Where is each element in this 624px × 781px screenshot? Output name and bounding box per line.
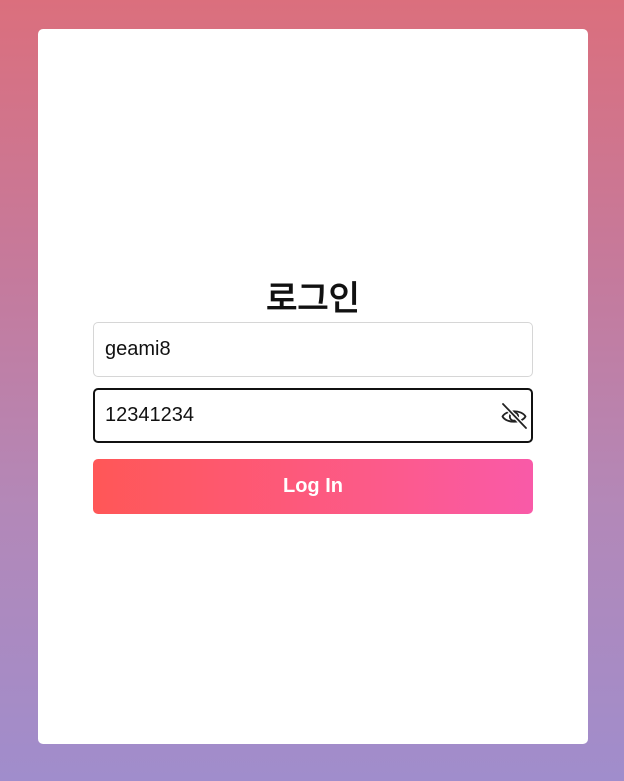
password-field-container: [93, 388, 533, 443]
login-card: 로그인 Log In: [38, 29, 588, 744]
login-button[interactable]: Log In: [93, 459, 533, 514]
eye-slash-icon[interactable]: [499, 401, 529, 431]
username-field-container: [93, 322, 533, 377]
login-title: 로그인: [266, 279, 360, 319]
username-input[interactable]: [94, 323, 532, 376]
password-input[interactable]: [95, 390, 531, 441]
